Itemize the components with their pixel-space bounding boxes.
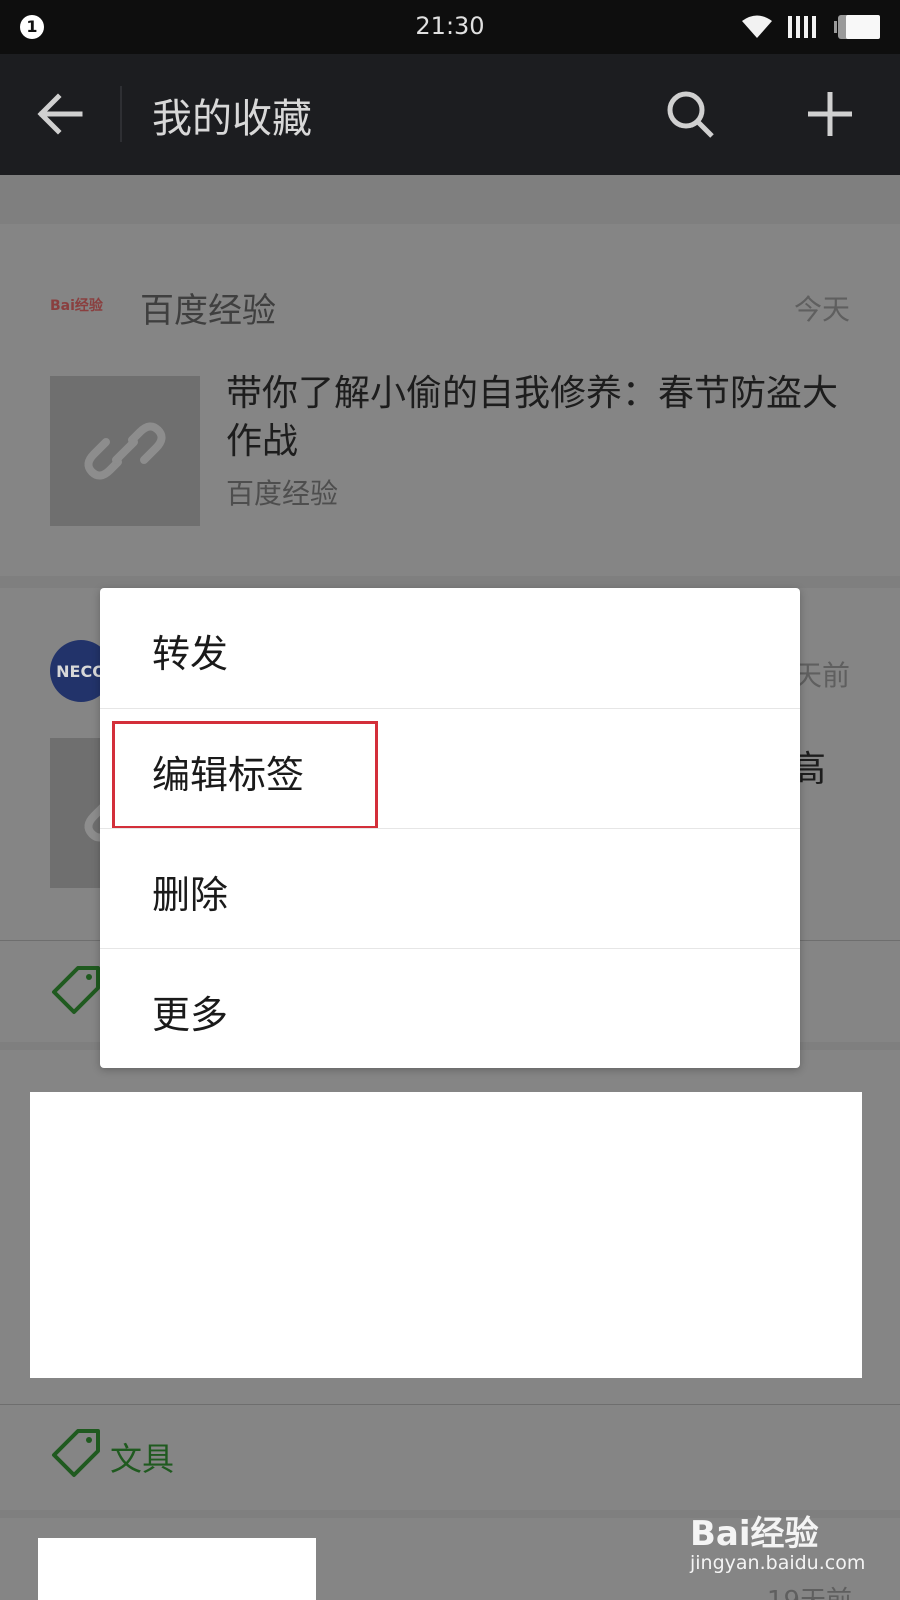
source-name: 百度经验: [140, 291, 276, 331]
status-bar: 1 21:30: [0, 0, 900, 54]
page-title: 我的收藏: [152, 96, 312, 142]
action-bar: 我的收藏: [0, 54, 900, 175]
plus-icon: [808, 92, 852, 136]
card-time: 今天: [793, 293, 850, 326]
card-thumbnail: [50, 376, 200, 526]
search-button[interactable]: [660, 84, 720, 144]
menu-item-label: 转发: [152, 632, 229, 676]
signal-icon: [788, 16, 816, 38]
menu-item-label: 编辑标签: [152, 753, 305, 797]
menu-item-forward[interactable]: 转发: [100, 588, 800, 708]
watermark-url: jingyan.baidu.com: [690, 1552, 866, 1574]
card-title: 带你了解小偷的自我修养：春节防盗大作战: [226, 373, 839, 462]
redacted-area: [38, 1538, 316, 1600]
card-subtitle: 百度经验: [226, 477, 339, 510]
redacted-area: [30, 1092, 862, 1378]
battery-icon: [834, 15, 880, 39]
wifi-icon: [742, 15, 772, 38]
menu-item-edit-tags[interactable]: 编辑标签: [100, 708, 800, 829]
menu-item-label: 删除: [152, 873, 229, 917]
watermark-logo: Bai经验: [690, 1514, 819, 1554]
status-icons: [740, 13, 880, 41]
bar-divider: [120, 86, 122, 142]
tag-icon: [50, 962, 104, 1016]
menu-item-delete[interactable]: 删除: [100, 828, 800, 948]
link-icon: [84, 422, 166, 480]
tag-label[interactable]: 文具: [110, 1434, 174, 1480]
add-button[interactable]: [800, 84, 860, 144]
back-arrow-icon: [37, 93, 83, 135]
back-button[interactable]: [30, 84, 90, 144]
source-logo: Bai经验: [50, 298, 103, 314]
search-icon: [667, 91, 714, 138]
card-time: 天前: [793, 659, 850, 692]
divider: [0, 1404, 900, 1405]
context-menu: 转发 编辑标签 删除 更多: [100, 588, 800, 1068]
card-time: 19天前: [767, 1580, 852, 1600]
tag-icon: [50, 1425, 104, 1479]
menu-item-more[interactable]: 更多: [100, 948, 800, 1068]
menu-item-label: 更多: [152, 993, 229, 1037]
